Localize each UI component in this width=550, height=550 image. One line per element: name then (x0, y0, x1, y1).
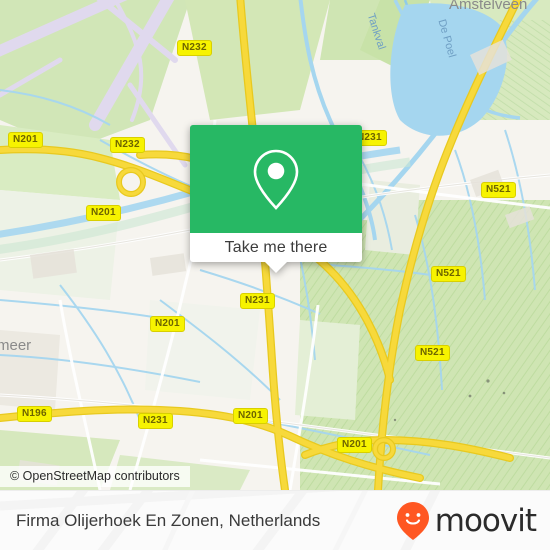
road-shield-n196[interactable]: N196 (17, 406, 52, 422)
take-me-there-button[interactable]: Take me there (190, 233, 362, 262)
map-pin-icon (253, 149, 299, 210)
road-shield-n231-2[interactable]: N231 (240, 293, 275, 309)
take-me-there-label: Take me there (224, 238, 328, 256)
road-shield-n201-3[interactable]: N201 (150, 316, 185, 332)
road-shield-n521-2[interactable]: N521 (431, 266, 466, 282)
road-shield-n201-5[interactable]: N201 (337, 437, 372, 453)
road-shield-n232-1[interactable]: N232 (177, 40, 212, 56)
place-label-amstelveen: Amstelveen (449, 0, 528, 13)
moovit-map-screenshot: Amstelveen meer Tankval De Poel N232 N20… (0, 0, 550, 550)
road-shield-n521-3[interactable]: N521 (415, 345, 450, 361)
osm-attribution[interactable]: © OpenStreetMap contributors (0, 466, 190, 487)
road-shield-n201-2[interactable]: N201 (86, 205, 121, 221)
place-label-meer: meer (0, 337, 32, 354)
map-canvas[interactable]: Amstelveen meer Tankval De Poel N232 N20… (0, 0, 550, 490)
footer-bar: Firma Olijerhoek En Zonen, Netherlands m… (0, 490, 550, 550)
moovit-pin-smile-icon (396, 502, 429, 540)
location-title: Firma Olijerhoek En Zonen, Netherlands (16, 511, 321, 530)
road-shield-n521-1[interactable]: N521 (481, 182, 516, 198)
road-shield-n231-3[interactable]: N231 (138, 413, 173, 429)
popup-card-tail (265, 262, 287, 273)
location-popup-card[interactable]: Take me there (190, 125, 362, 273)
moovit-wordmark: moovit (434, 502, 537, 539)
road-shield-n201-4[interactable]: N201 (233, 408, 268, 424)
road-shield-n232-2[interactable]: N232 (110, 137, 145, 153)
road-shield-n201-1[interactable]: N201 (8, 132, 43, 148)
moovit-logo[interactable]: moovit (396, 491, 537, 550)
popup-card-header (190, 125, 362, 233)
